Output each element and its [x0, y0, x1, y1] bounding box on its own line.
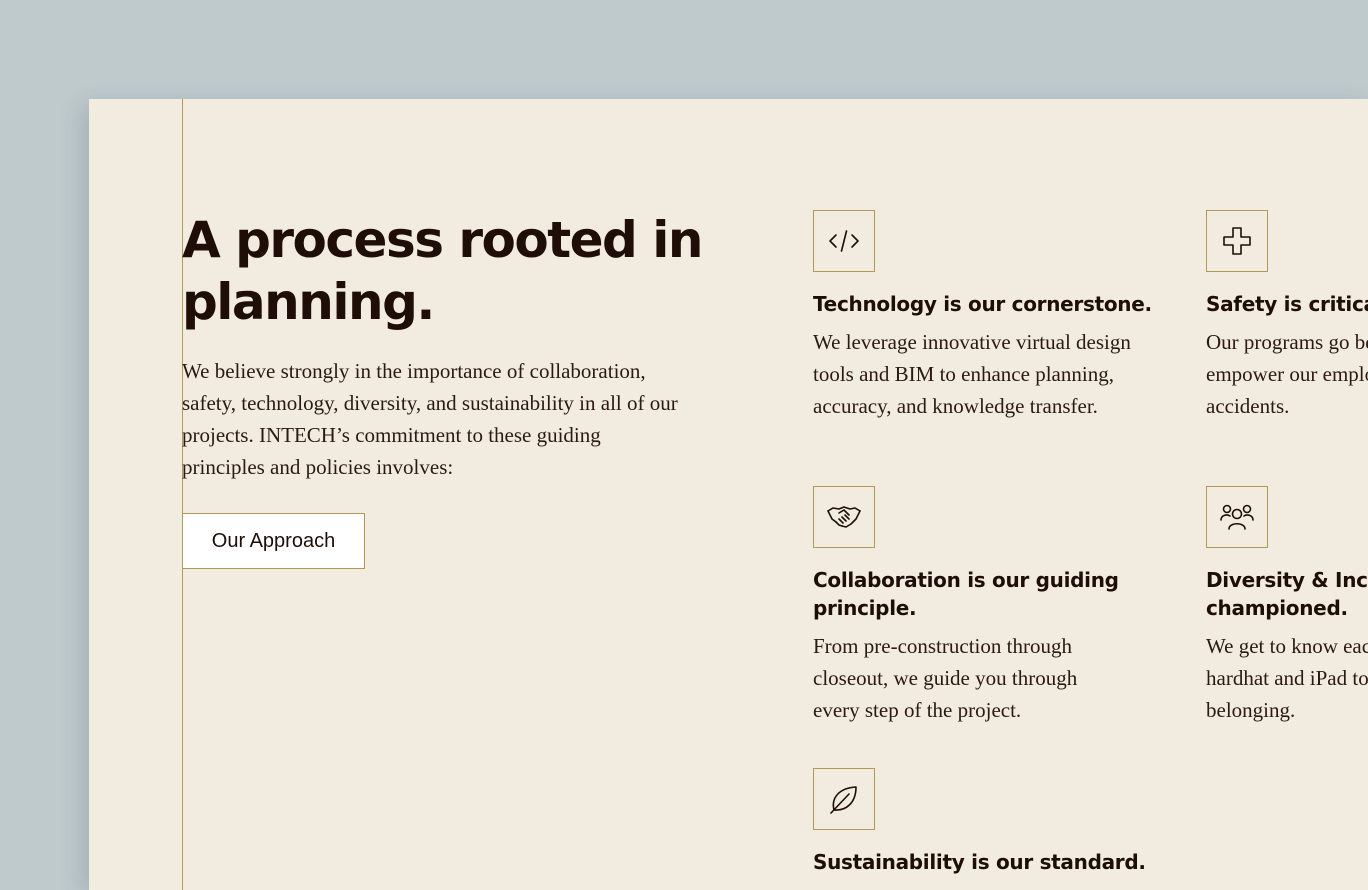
code-icon [813, 210, 875, 272]
feature-technology: Technology is our cornerstone. We levera… [813, 210, 1173, 422]
feature-title: Technology is our cornerstone. [813, 292, 1152, 316]
our-approach-button[interactable]: Our Approach [182, 513, 365, 569]
feature-diversity: Diversity & Inclusion is championed. We … [1206, 486, 1368, 726]
feature-title: Diversity & Inclusion is championed. [1206, 568, 1368, 620]
intro-paragraph: We believe strongly in the importance of… [182, 359, 678, 479]
intro-section: A process rooted in planning. We believe… [182, 209, 704, 569]
feature-sustainability: Sustainability is our standard. [813, 768, 1173, 876]
feature-collaboration: Collaboration is our guiding principle. … [813, 486, 1173, 726]
leaf-icon [813, 768, 875, 830]
people-group-icon [1206, 486, 1268, 548]
feature-text: From pre-construction through closeout, … [813, 634, 1078, 722]
handshake-icon [813, 486, 875, 548]
content-panel: A process rooted in planning. We believe… [89, 99, 1368, 890]
page-title: A process rooted in planning. [182, 211, 704, 331]
feature-text: We get to know each other beyond the har… [1206, 634, 1368, 722]
feature-text: Our programs go beyond compliance to emp… [1206, 330, 1368, 418]
feature-title: Safety is critical. [1206, 292, 1368, 316]
feature-safety: Safety is critical. Our programs go beyo… [1206, 210, 1368, 422]
feature-text: We leverage innovative virtual design to… [813, 330, 1131, 418]
feature-title: Sustainability is our standard. [813, 850, 1146, 874]
feature-title: Collaboration is our guiding principle. [813, 568, 1119, 620]
plus-cross-icon [1206, 210, 1268, 272]
